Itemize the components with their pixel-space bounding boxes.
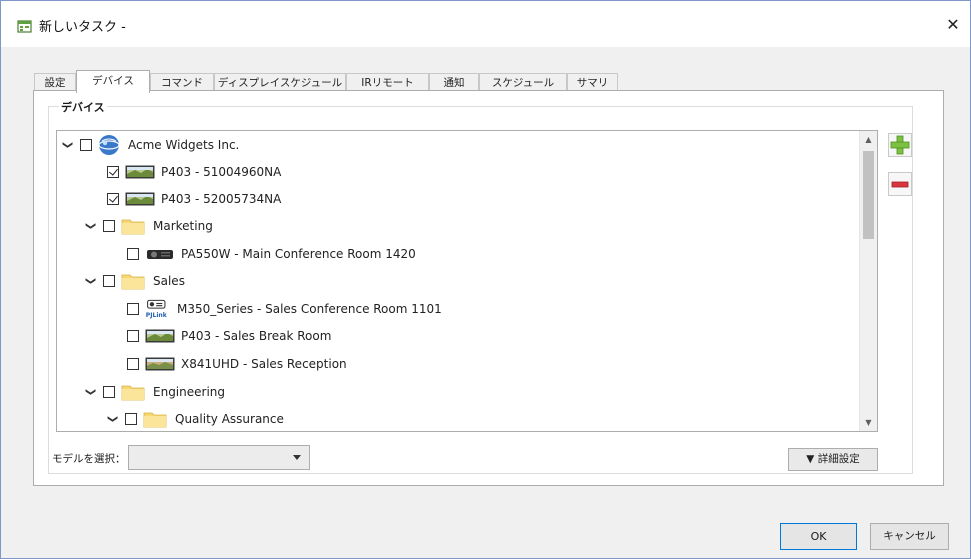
advanced-settings-button[interactable]: ▼ 詳細設定 — [788, 448, 878, 471]
tree-row-device[interactable]: PA550W - Main Conference Room 1420 — [127, 241, 416, 267]
folder-icon — [143, 412, 167, 428]
chevron-down-icon[interactable]: ❯ — [60, 138, 74, 152]
tree-label: P403 - Sales Break Room — [181, 329, 332, 343]
tree-checkbox[interactable] — [103, 386, 115, 398]
chevron-down-icon[interactable]: ❯ — [83, 219, 97, 233]
model-select-label: モデルを選択： — [52, 453, 126, 465]
tree-label: P403 - 51004960NA — [161, 165, 282, 179]
tree-row-device[interactable]: P403 - 52005734NA — [107, 186, 281, 212]
pjlink-badge: PJLink — [146, 312, 168, 319]
cancel-button[interactable]: キャンセル — [870, 523, 949, 550]
display-icon — [145, 357, 175, 371]
ok-button[interactable]: OK — [780, 523, 857, 550]
tree-checkbox[interactable] — [107, 166, 119, 178]
tree-row-folder[interactable]: ❯ Quality Assurance — [105, 406, 284, 431]
tree-label: X841UHD - Sales Reception — [181, 357, 347, 371]
tree-checkbox[interactable] — [127, 248, 139, 260]
pjlink-projector-icon: PJLink — [146, 299, 168, 319]
minus-icon — [891, 181, 909, 188]
close-icon[interactable]: ✕ — [943, 15, 963, 35]
tree-label: Marketing — [153, 219, 213, 233]
tree-label: PA550W - Main Conference Room 1420 — [181, 247, 416, 261]
display-icon — [125, 192, 155, 206]
tree-row-folder[interactable]: ❯ Sales — [83, 268, 185, 294]
tree-checkbox[interactable] — [103, 275, 115, 287]
add-device-button[interactable] — [888, 133, 912, 157]
tree-label: M350_Series - Sales Conference Room 1101 — [177, 302, 442, 316]
task-app-icon — [17, 20, 32, 33]
projector-icon — [147, 250, 173, 259]
tree-checkbox[interactable] — [127, 358, 139, 370]
chevron-down-icon[interactable]: ❯ — [83, 385, 97, 399]
dropdown-caret-icon — [293, 455, 301, 460]
tree-label: Engineering — [153, 385, 225, 399]
folder-icon — [121, 219, 145, 235]
tree-label: P403 - 52005734NA — [161, 192, 282, 206]
tree-checkbox[interactable] — [107, 193, 119, 205]
tree-checkbox[interactable] — [127, 330, 139, 342]
tree-row-organization[interactable]: ❯ Acme Widgets Inc. — [60, 132, 239, 158]
tree-scrollbar[interactable]: ▲ ▼ — [859, 131, 877, 431]
tree-label: Quality Assurance — [175, 412, 284, 426]
folder-icon — [121, 385, 145, 401]
scroll-thumb[interactable] — [863, 151, 874, 239]
chevron-down-icon[interactable]: ❯ — [105, 412, 119, 426]
chevron-down-icon[interactable]: ❯ — [83, 274, 97, 288]
model-select[interactable] — [128, 445, 310, 470]
remove-device-button[interactable] — [888, 172, 912, 196]
folder-icon — [121, 274, 145, 290]
tree-row-device[interactable]: X841UHD - Sales Reception — [127, 351, 347, 377]
tree-row-device[interactable]: PJLink M350_Series - Sales Conference Ro… — [127, 296, 442, 322]
scroll-down-icon[interactable]: ▼ — [860, 414, 877, 431]
tree-checkbox[interactable] — [127, 303, 139, 315]
tree-row-folder[interactable]: ❯ Marketing — [83, 213, 213, 239]
tree-row-folder[interactable]: ❯ Engineering — [83, 379, 225, 405]
tree-label: Sales — [153, 274, 185, 288]
display-icon — [125, 165, 155, 179]
tree-checkbox[interactable] — [125, 413, 137, 425]
device-group-label: デバイス — [59, 99, 107, 115]
plus-icon — [890, 135, 910, 155]
display-icon — [145, 329, 175, 343]
scroll-up-icon[interactable]: ▲ — [860, 131, 877, 148]
window-title: 新しいタスク - — [39, 20, 126, 35]
tree-row-device[interactable]: P403 - Sales Break Room — [127, 323, 331, 349]
tree-checkbox[interactable] — [80, 139, 92, 151]
globe-icon — [98, 135, 120, 155]
tree-label: Acme Widgets Inc. — [128, 138, 240, 152]
tab-devices[interactable]: デバイス — [76, 70, 150, 93]
tree-checkbox[interactable] — [103, 220, 115, 232]
device-tree[interactable]: ❯ Acme Widgets Inc. P403 - 51004960NA P4… — [56, 130, 878, 432]
tree-row-device[interactable]: P403 - 51004960NA — [107, 159, 281, 185]
title-bar: 新しいタスク - ✕ — [1, 1, 970, 47]
